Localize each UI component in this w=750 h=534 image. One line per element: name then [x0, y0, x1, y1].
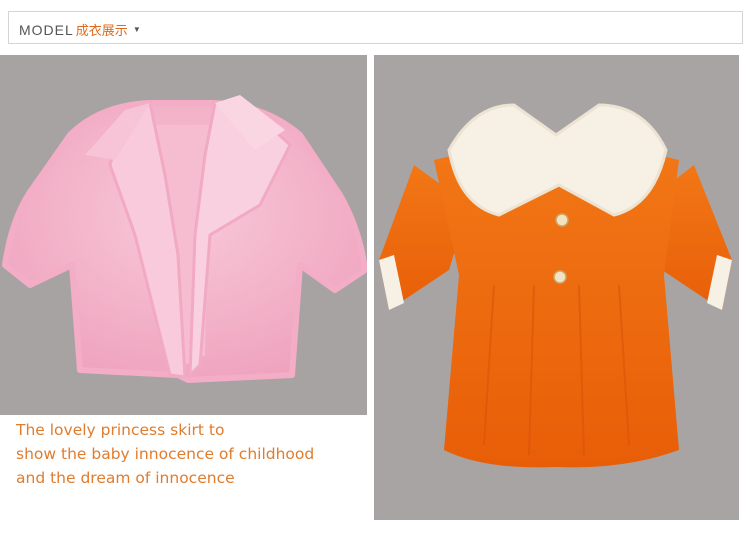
- caption-text: The lovely princess skirt to show the ba…: [16, 418, 368, 490]
- pink-cardigan-image: [2, 95, 367, 383]
- caption-line: The lovely princess skirt to: [16, 421, 225, 439]
- orange-dress-image: [379, 103, 732, 468]
- pink-cardigan-photo: [0, 55, 367, 415]
- section-title[interactable]: MODEL 成衣展示 ▼: [19, 20, 142, 40]
- section-header: MODEL 成衣展示 ▼: [8, 11, 743, 44]
- section-title-cn: 成衣展示: [75, 24, 128, 39]
- button-icon: [553, 270, 567, 284]
- orange-dress-photo: [374, 55, 739, 520]
- button-icon: [555, 213, 569, 227]
- caption-line: show the baby innocence of childhood: [16, 445, 315, 463]
- section-title-en: MODEL: [19, 21, 74, 38]
- caret-down-icon: ▼: [132, 25, 142, 34]
- caption-line: and the dream of innocence: [16, 469, 235, 487]
